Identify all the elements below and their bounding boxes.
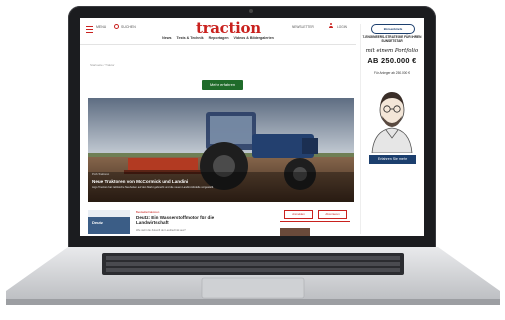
menu-label[interactable]: MENU [96,25,106,29]
side-teaser-image[interactable] [280,228,310,236]
nav-item-videos[interactable]: Videos & Bildergalerien [234,36,274,40]
thumbnail-band [88,210,130,217]
nav-item-tests[interactable]: Tests & Technik [177,36,204,40]
article-kicker: Bestsellertraktoren [136,210,160,214]
divider [280,221,350,222]
laptop-base [6,247,500,307]
main-nav: News Tests & Technik Reportagen Videos &… [80,36,356,40]
ad-headline: 7-ENGINEERS-STRATEGIE FÜR IHREN SUNSETST… [362,35,422,43]
advisor-portrait [371,92,413,153]
login-link[interactable]: LOGIN [337,25,347,29]
newsletter-link[interactable]: NEWSLETTER [292,25,314,29]
signup-button[interactable]: Anmelden [284,210,313,219]
camera-dot [249,9,253,13]
search-label[interactable]: SUCHEN [121,25,136,29]
menu-icon[interactable] [86,26,93,33]
keyboard-deck [6,247,500,305]
nav-item-news[interactable]: News [162,36,171,40]
advertisement-banner[interactable]: Börsenbriefe 7-ENGINEERS-STRATEGIE FÜR I… [360,24,423,234]
more-info-button[interactable]: Mehr erfahren [202,80,243,90]
article-subtitle: Wie sieht die Zukunft der Landtechnik au… [136,229,186,232]
hero-subtitle: Argo Tractors hat zahlreiche Neuheiten a… [92,186,214,189]
site-header: MENU SUCHEN traction NEWSLETTER LOGIN Ne… [80,18,356,45]
ad-note: Für Anleger ab 250.000 € [374,71,410,75]
nav-item-reportagen[interactable]: Reportagen [209,36,229,40]
hero-teaser[interactable]: Profi-Traktoren Neue Traktoren von McCor… [88,98,354,202]
laptop-mockup: MENU SUCHEN traction NEWSLETTER LOGIN Ne… [0,0,505,320]
breadcrumb[interactable]: Startseite / Traktor [90,63,115,67]
article-title[interactable]: Deutz: Ein Wasserstoffmotor für die Land… [136,215,228,226]
laptop-screen: MENU SUCHEN traction NEWSLETTER LOGIN Ne… [80,18,424,236]
thumbnail-text: Deutz [92,220,103,225]
ad-amount: AB 250.000 € [367,56,417,65]
ad-cta-button[interactable]: Erfahren Sie mehr [369,155,416,164]
hero-kicker: Profi-Traktoren [92,173,110,176]
article-thumbnail[interactable]: Deutz [88,210,130,234]
site-logo[interactable]: traction [196,19,261,37]
user-icon[interactable] [329,23,333,29]
subscribe-button[interactable]: Abonnieren [318,210,347,219]
hero-title[interactable]: Neue Traktoren von McCormick und Landini [92,179,188,184]
ad-logo: Börsenbriefe [371,24,415,34]
search-icon[interactable] [114,24,119,29]
ad-script-line: mit einem Portfolio [365,48,419,54]
